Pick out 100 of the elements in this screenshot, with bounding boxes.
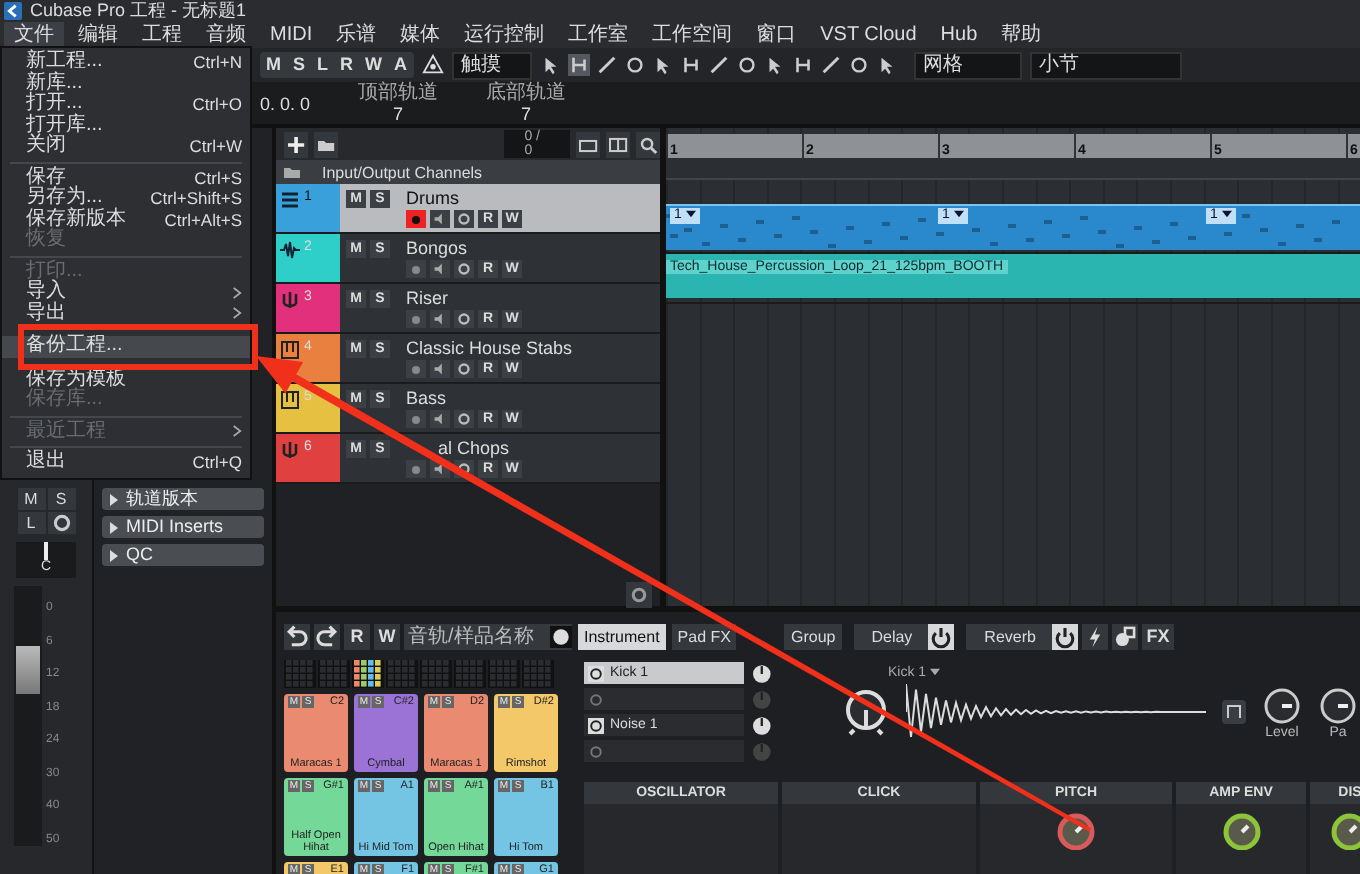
menu-item[interactable]: 导入 <box>2 282 250 303</box>
speaker-icon[interactable] <box>430 360 450 378</box>
menu-item[interactable]: 关闭 Ctrl+W <box>2 136 250 157</box>
length-value[interactable]: 0. 0. 0 <box>260 93 311 113</box>
tool-icon[interactable] <box>595 54 618 76</box>
power-icon[interactable] <box>1051 623 1078 649</box>
knob[interactable] <box>1330 810 1360 850</box>
menu-bar-item[interactable]: 编辑 <box>68 22 128 48</box>
tool-icon[interactable] <box>847 54 870 76</box>
toolbar-toggle[interactable]: A <box>388 52 414 78</box>
layer-volume-knob[interactable] <box>752 663 772 683</box>
menu-bar-item[interactable]: 乐谱 <box>326 22 387 48</box>
undo-icon[interactable] <box>284 623 310 649</box>
menu-bar-item[interactable]: VST Cloud <box>810 22 927 48</box>
channel-toggle[interactable]: L <box>17 512 45 534</box>
menu-bar-item[interactable]: 工作室 <box>558 22 639 48</box>
menu-bar-item[interactable]: 窗口 <box>746 22 807 48</box>
menu-bar-item[interactable]: 文件 <box>4 22 64 48</box>
toolbar-toggle[interactable]: M <box>260 52 287 78</box>
tool-icon[interactable] <box>791 54 814 76</box>
tool-icon[interactable] <box>567 54 590 76</box>
tool-icon[interactable] <box>819 54 842 76</box>
lightning-icon[interactable] <box>1081 623 1108 649</box>
inspector-section[interactable]: 轨道版本 <box>102 488 264 510</box>
menu-bar-item[interactable]: 工作空间 <box>642 22 743 48</box>
settings-icon[interactable] <box>626 582 652 608</box>
menu-item[interactable]: 保存新版本 Ctrl+Alt+S <box>2 209 250 230</box>
menu-item[interactable]: 保存 Ctrl+S <box>2 167 250 188</box>
channel-toggle[interactable]: M <box>17 488 45 510</box>
edit-toggle[interactable]: W <box>374 623 400 649</box>
track-name: Classic House Stabs <box>406 338 573 358</box>
record-enable-button[interactable] <box>406 310 426 328</box>
menu-item[interactable]: 导出 <box>2 303 250 324</box>
settings-icon[interactable] <box>47 512 75 534</box>
tool-icon[interactable] <box>679 54 702 76</box>
grid-dropdown[interactable]: 小节 <box>1029 51 1182 79</box>
power-icon[interactable] <box>928 623 955 649</box>
layers-icon[interactable] <box>1111 623 1138 649</box>
effect-button[interactable]: Delay <box>853 623 931 649</box>
window-icon[interactable] <box>605 131 630 157</box>
speaker-icon[interactable] <box>430 210 450 228</box>
menu-bar-item[interactable]: 帮助 <box>991 22 1052 48</box>
record-enable-button[interactable] <box>406 360 426 378</box>
tool-icon[interactable] <box>707 54 730 76</box>
effect-button[interactable]: Reverb <box>966 623 1054 649</box>
knob[interactable] <box>1318 685 1358 725</box>
menu-item[interactable]: 新工程... Ctrl+N <box>2 52 250 73</box>
menu-item[interactable]: 另存为... Ctrl+Shift+S <box>2 188 250 209</box>
menu-item[interactable]: 打开库... <box>2 115 250 136</box>
folder-track[interactable]: Input/Output Channels <box>276 160 660 184</box>
speaker-icon[interactable] <box>430 410 450 428</box>
toolbar-toggle[interactable]: W <box>359 52 389 78</box>
folder-icon[interactable] <box>314 131 339 157</box>
snap-type-dropdown[interactable]: 网格 <box>913 51 1022 79</box>
menu-item[interactable]: 打开... Ctrl+O <box>2 94 250 115</box>
record-enable-button[interactable] <box>406 460 426 478</box>
power-icon[interactable] <box>588 717 604 733</box>
menu-item[interactable]: 新库... <box>2 73 250 94</box>
speaker-icon[interactable] <box>430 310 450 328</box>
tool-icon[interactable] <box>735 54 758 76</box>
menu-bar-item[interactable]: 工程 <box>132 22 192 48</box>
menu-bar-item[interactable]: 音频 <box>196 22 256 48</box>
info-value[interactable]: 7 <box>393 103 404 123</box>
add-track-icon[interactable] <box>284 131 309 157</box>
channel-toggle[interactable]: S <box>47 488 75 510</box>
tool-icon[interactable] <box>623 54 646 76</box>
record-enable-button[interactable] <box>406 410 426 428</box>
name-field[interactable]: 音轨/样品名称 <box>404 623 572 649</box>
info-value[interactable]: 7 <box>521 103 532 123</box>
keyboard-icon <box>280 390 300 410</box>
fx-button[interactable]: FX <box>1141 623 1174 649</box>
tab[interactable]: Instrument <box>578 623 666 649</box>
menu-bar-item[interactable]: MIDI <box>260 22 323 48</box>
gate-icon[interactable] <box>1222 700 1246 724</box>
menu-bar-item[interactable]: Hub <box>930 22 988 48</box>
automation-mode-dropdown[interactable]: 触摸 <box>451 51 532 79</box>
menu-bar-item[interactable]: 运行控制 <box>454 22 555 48</box>
inspector-section[interactable]: MIDI Inserts <box>102 516 264 538</box>
pad-bank-selected-icon[interactable] <box>352 660 384 688</box>
menu-item[interactable]: 退出 Ctrl+Q <box>2 452 250 473</box>
menu-item[interactable]: 备份工程... <box>2 336 250 357</box>
fader[interactable] <box>14 586 42 846</box>
tab[interactable]: Group <box>784 623 842 649</box>
toolbar-toggle[interactable]: R <box>334 52 360 78</box>
speaker-icon[interactable] <box>430 260 450 278</box>
expand-arrow-icon <box>110 521 118 533</box>
tab[interactable]: Pad FX <box>671 623 737 649</box>
menu-bar-item[interactable]: 媒体 <box>390 22 451 48</box>
toolbar-toggle[interactable]: S <box>287 52 312 78</box>
knob[interactable] <box>1262 685 1302 725</box>
redo-icon[interactable] <box>314 623 340 649</box>
search-icon[interactable] <box>635 131 660 157</box>
toolbar-toggle[interactable]: L <box>311 52 335 78</box>
edit-toggle[interactable]: R <box>344 623 370 649</box>
record-enable-button[interactable] <box>406 260 426 278</box>
knob[interactable] <box>1221 810 1261 850</box>
record-enable-button[interactable] <box>406 210 426 228</box>
inspector-section[interactable]: QC <box>102 544 264 566</box>
layer-volume-knob[interactable] <box>752 715 772 735</box>
power-icon[interactable] <box>588 665 604 681</box>
